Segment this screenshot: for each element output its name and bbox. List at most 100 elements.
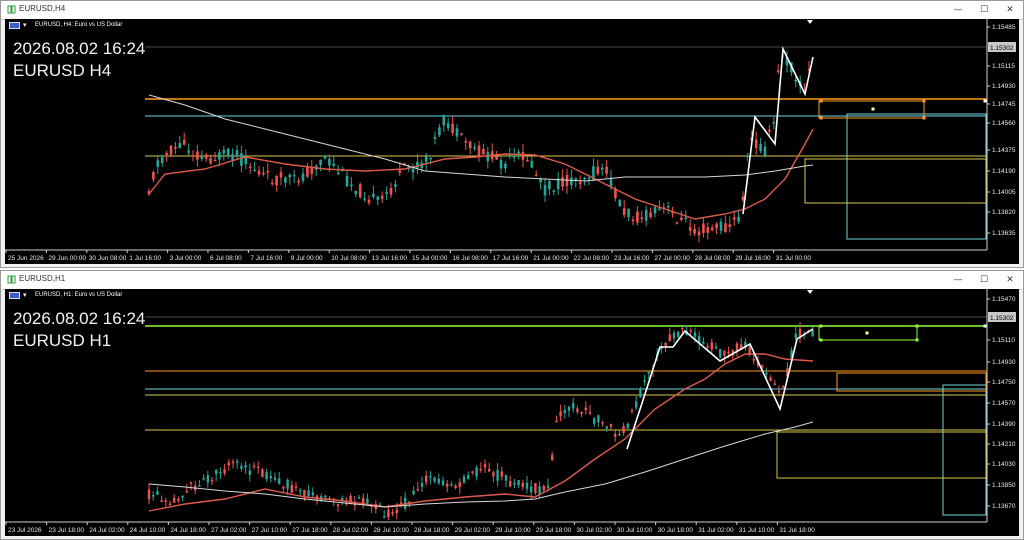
- minimize-button[interactable]: —: [945, 1, 971, 19]
- chart-window-h4[interactable]: EURUSD,H4 — ☐ ✕ 1.15485 1.15302 1.15115 1.1…: [0, 0, 1024, 268]
- candle-body: [324, 495, 327, 498]
- candle-body: [643, 380, 646, 382]
- time-label: 22 Jul 08:00: [574, 255, 610, 262]
- candle-body: [345, 175, 349, 187]
- candle-body: [174, 146, 177, 149]
- candle-body: [152, 495, 155, 497]
- candle-body: [521, 482, 524, 488]
- candle-body: [782, 386, 785, 388]
- candle-body: [253, 169, 256, 172]
- flag-icon: [9, 292, 20, 299]
- time-label: 9 Jul 00:00: [291, 255, 323, 262]
- candle-body: [156, 160, 160, 167]
- moving-average-fast: [148, 128, 814, 220]
- time-label: 27 Jul 10:00: [252, 527, 288, 534]
- time-label: 31 Jul 10:00: [739, 527, 775, 534]
- time-label: 27 Jul 00:00: [654, 255, 690, 262]
- price-label: 1.14560: [992, 120, 1016, 127]
- time-label: 15 Jul 00:00: [412, 255, 448, 262]
- candle-body: [178, 143, 182, 149]
- time-label: 10 Jul 08:00: [331, 255, 367, 262]
- candle-body: [512, 156, 516, 158]
- overlay-text: 2026.08.02 16:24 EURUSD H4: [13, 38, 145, 82]
- candle-body: [539, 178, 542, 183]
- overlay-symbol: EURUSD H1: [13, 331, 112, 350]
- time-label: 29 Jul 18:00: [536, 527, 572, 534]
- candle-body: [630, 410, 634, 412]
- candle-body: [235, 149, 239, 156]
- candle-body: [471, 471, 474, 473]
- close-button[interactable]: ✕: [997, 1, 1023, 19]
- candle-body: [266, 170, 270, 173]
- candle-body: [275, 175, 278, 186]
- maximize-button[interactable]: ☐: [971, 271, 997, 289]
- chart-area[interactable]: 1.15470 1.15302 1.15110 1.14930 1.14750 1.145…: [5, 289, 1019, 536]
- candle-body: [297, 180, 300, 183]
- zone-rect-orange: [836, 372, 987, 392]
- candle-body: [597, 415, 600, 423]
- candle-body: [561, 176, 564, 187]
- window-titlebar[interactable]: EURUSD,H4 — ☐ ✕: [1, 1, 1023, 20]
- current-price-label: 1.15302: [990, 45, 1014, 52]
- candle-body: [437, 478, 440, 484]
- candle-body: [723, 351, 726, 356]
- candle-body: [546, 485, 550, 488]
- candle-body: [567, 406, 571, 411]
- chart-area[interactable]: 1.15485 1.15302 1.15115 1.14930 1.14745 1.145…: [5, 19, 1019, 264]
- candle-body: [572, 402, 575, 409]
- candle-body: [631, 219, 635, 222]
- time-label: 30 Jul 18:00: [658, 527, 694, 534]
- candle-body: [394, 184, 397, 187]
- candle-body: [261, 469, 264, 477]
- one-click-trading-icon[interactable]: ▾: [23, 291, 27, 299]
- close-button[interactable]: ✕: [997, 271, 1023, 289]
- candle-body: [552, 190, 556, 192]
- candle-body: [165, 153, 168, 155]
- candle-body: [517, 151, 520, 154]
- candle-body: [350, 184, 353, 187]
- time-label: 24 Jul 10:00: [130, 527, 166, 534]
- candle-body: [500, 471, 503, 477]
- candle-body: [366, 498, 369, 504]
- candle-body: [218, 152, 221, 160]
- candle-body: [306, 167, 309, 177]
- chart-window-icon: [7, 5, 16, 14]
- candle-body: [200, 156, 204, 159]
- minimize-button[interactable]: —: [945, 271, 971, 289]
- candle-body: [627, 209, 630, 218]
- candle-body: [455, 128, 459, 137]
- candle-body: [622, 426, 625, 434]
- overlay-datetime: 2026.08.02 16:24: [13, 309, 146, 328]
- window-titlebar[interactable]: EURUSD,H1 — ☐ ✕: [1, 271, 1023, 290]
- time-label: 29 Jul 02:00: [455, 527, 491, 534]
- candle-body: [702, 223, 705, 234]
- price-label: 1.14005: [992, 189, 1016, 196]
- candle-body: [152, 171, 155, 180]
- candle-body: [773, 383, 776, 386]
- level-dot: [819, 324, 823, 328]
- candle-body: [578, 182, 582, 185]
- candle-body: [715, 223, 718, 229]
- candle-body: [530, 160, 534, 168]
- candle-body: [768, 129, 771, 132]
- maximize-button[interactable]: ☐: [971, 1, 997, 19]
- candle-body: [618, 199, 622, 207]
- price-chart[interactable]: 1.15470 1.15302 1.15110 1.14930 1.14750 1.145…: [5, 289, 1019, 536]
- candle-body: [477, 145, 481, 156]
- overlay-datetime: 2026.08.02 16:24: [13, 39, 146, 58]
- time-label: 27 Jul 02:00: [211, 527, 247, 534]
- level-dot: [983, 324, 987, 328]
- level-dot: [819, 338, 823, 342]
- candle-body: [219, 471, 222, 474]
- candle-body: [231, 461, 235, 464]
- candle-body: [433, 136, 437, 139]
- candle-body: [508, 154, 512, 157]
- candle-body: [675, 222, 679, 224]
- candle-body: [265, 472, 268, 480]
- price-chart[interactable]: 1.15485 1.15302 1.15115 1.14930 1.14745 1.145…: [5, 19, 1019, 264]
- candle-body: [614, 434, 617, 437]
- one-click-trading-icon[interactable]: ▾: [23, 21, 27, 29]
- candle-body: [363, 198, 366, 200]
- chart-window-h1[interactable]: EURUSD,H1 — ☐ ✕ 1.15470 1.15302 1.15110 1.1…: [0, 270, 1024, 540]
- level-dot: [922, 116, 926, 120]
